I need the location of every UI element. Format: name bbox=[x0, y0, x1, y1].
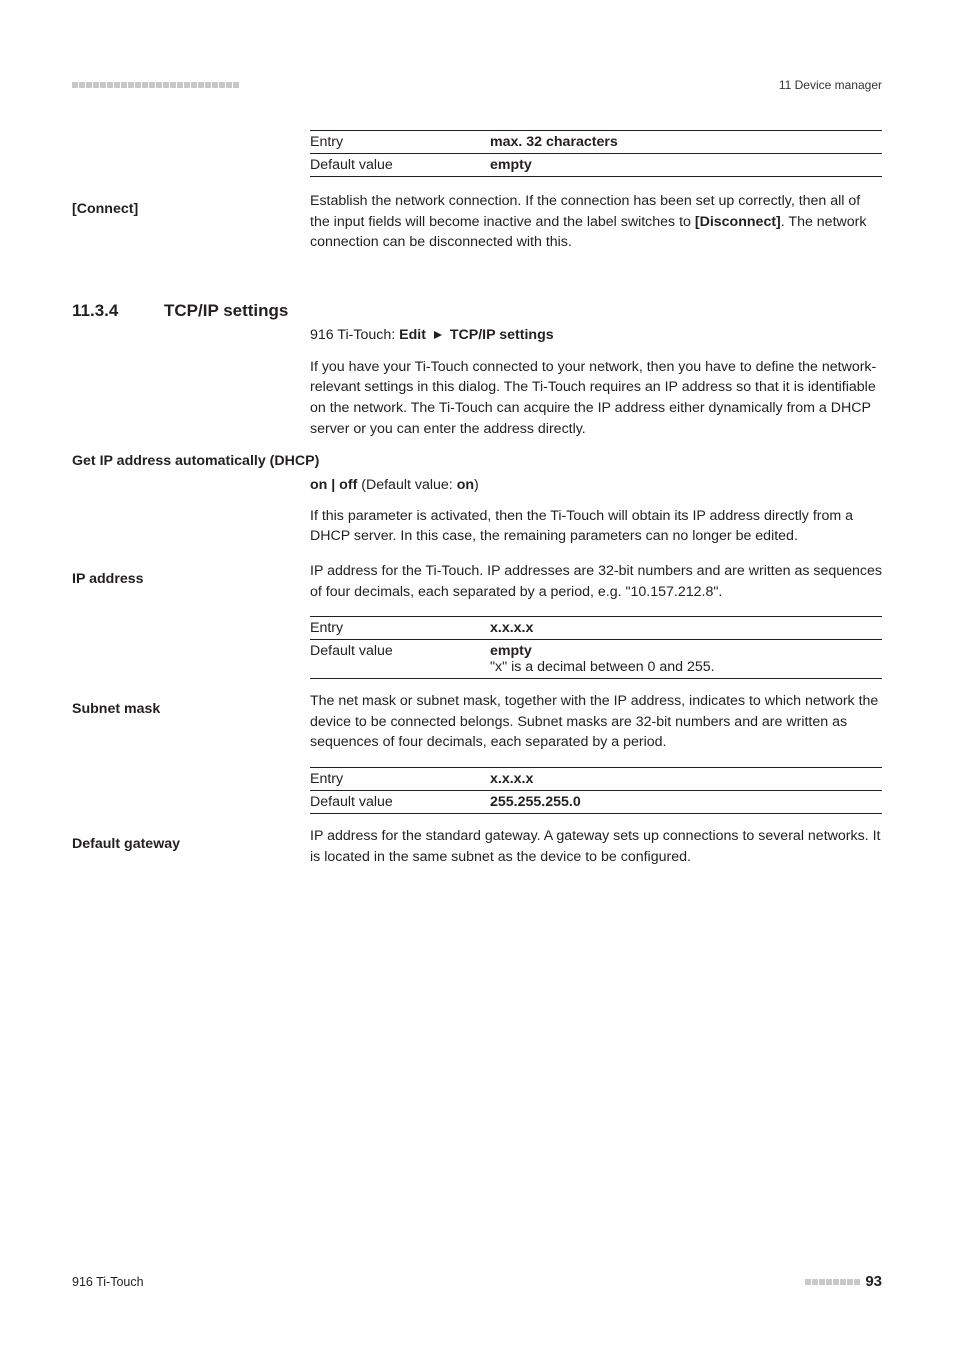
footer-decor bbox=[805, 1279, 861, 1285]
label-connect: [Connect] bbox=[72, 201, 310, 217]
t1-r1k: Entry bbox=[310, 134, 490, 150]
table-entry-default-2: Entry x.x.x.x Default value empty "x" is… bbox=[310, 616, 882, 679]
footer-product: 916 Ti-Touch bbox=[72, 1275, 144, 1289]
label-gateway: Default gateway bbox=[72, 836, 310, 852]
t2-note: "x" is a decimal between 0 and 255. bbox=[490, 659, 882, 675]
t1-r2v: empty bbox=[490, 157, 882, 173]
section-heading: 11.3.4 TCP/IP settings bbox=[72, 301, 882, 321]
table-entry-default-1: Entry max. 32 characters Default value e… bbox=[310, 130, 882, 177]
para-subnet: The net mask or subnet mask, together wi… bbox=[310, 691, 882, 753]
header-decor bbox=[72, 82, 240, 88]
section-number: 11.3.4 bbox=[72, 301, 142, 321]
page-number: 93 bbox=[865, 1273, 882, 1290]
t3-r1v: x.x.x.x bbox=[490, 771, 882, 787]
t3-r2v: 255.255.255.0 bbox=[490, 794, 882, 810]
t3-r1k: Entry bbox=[310, 771, 490, 787]
breadcrumb: 916 Ti-Touch: Edit TCP/IP settings bbox=[310, 327, 882, 343]
onoff-line: on | off (Default value: on) bbox=[310, 475, 882, 496]
t2-r2k: Default value bbox=[310, 643, 490, 675]
t2-r1k: Entry bbox=[310, 620, 490, 636]
para-tcp-intro: If you have your Ti-Touch connected to y… bbox=[310, 357, 882, 439]
header-chapter: 11 Device manager bbox=[779, 78, 882, 92]
t1-r2k: Default value bbox=[310, 157, 490, 173]
triangle-right-icon bbox=[434, 331, 442, 339]
para-gateway: IP address for the standard gateway. A g… bbox=[310, 826, 882, 867]
t1-r1v: max. 32 characters bbox=[490, 134, 882, 150]
t2-r2v: empty bbox=[490, 643, 882, 659]
table-entry-default-3: Entry x.x.x.x Default value 255.255.255.… bbox=[310, 767, 882, 814]
t2-r1v: x.x.x.x bbox=[490, 620, 882, 636]
t3-r2k: Default value bbox=[310, 794, 490, 810]
label-ipaddress: IP address bbox=[72, 571, 310, 587]
para-connect: Establish the network connection. If the… bbox=[310, 191, 882, 253]
para-dhcp: If this parameter is activated, then the… bbox=[310, 506, 882, 547]
label-subnet: Subnet mask bbox=[72, 701, 310, 717]
para-ipaddress: IP address for the Ti-Touch. IP addresse… bbox=[310, 561, 882, 602]
label-getip: Get IP address automatically (DHCP) bbox=[72, 453, 882, 469]
section-title: TCP/IP settings bbox=[164, 301, 288, 321]
